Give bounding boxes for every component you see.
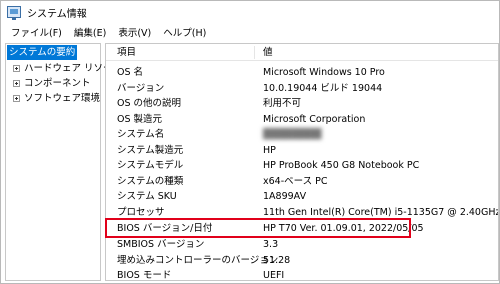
tree-item-system-summary[interactable]: システムの要約 [7,45,78,60]
expand-icon[interactable] [13,80,20,87]
category-tree: システムの要約 ハードウェア リソース コンポーネント ソフトウェア環境 [5,43,122,281]
menu-bar: ファイル(F) 編集(E) 表示(V) ヘルプ(H) [1,23,499,41]
tree-item-label: ソフトウェア環境 [24,93,101,104]
table-row[interactable]: BIOS モード UEFI [106,268,498,281]
table-row[interactable]: システムモデル HP ProBook 450 G8 Notebook PC [106,158,498,174]
row-item: システム製造元 [117,144,184,156]
row-item: BIOS モード [117,270,172,281]
table-row[interactable]: OS の他の説明 利用不可 [106,96,498,112]
row-item: SMBIOS バージョン [117,239,205,250]
tree-item-label: コンポーネント [24,78,91,89]
row-item: OS 製造元 [117,113,163,125]
expand-icon[interactable] [13,65,20,72]
column-header-item[interactable]: 項目 [117,44,136,61]
row-item: システム SKU [117,191,177,202]
row-value: Microsoft Windows 10 Pro [263,67,385,78]
expand-icon[interactable] [13,95,20,102]
row-item: OS の他の説明 [117,98,182,109]
column-header-row: 項目 値 [106,44,498,61]
row-item: OS 名 [117,67,144,78]
row-item: システムの種類 [117,175,184,187]
row-item: システム名 [117,129,165,140]
table-row[interactable]: システム製造元 HP [106,143,498,159]
row-value: 10.0.19044 ビルド 19044 [263,82,383,94]
menu-file[interactable]: ファイル(F) [5,25,68,39]
column-divider[interactable] [254,46,255,59]
tree-item-software-environment[interactable]: ソフトウェア環境 [6,91,100,106]
row-item: バージョン [117,82,165,94]
row-value: x64-ベース PC [263,175,328,187]
window-title: システム情報 [27,8,87,20]
row-value: 1A899AV [263,191,307,202]
row-item: 埋め込みコントローラーのバージョン [117,254,279,266]
system-info-window: システム情報 ファイル(F) 編集(E) 表示(V) ヘルプ(H) システムの要… [0,0,500,284]
tree-item-hardware-resources[interactable]: ハードウェア リソース [6,61,122,76]
row-value: Microsoft Corporation [263,113,366,125]
row-value: HP ProBook 450 G8 Notebook PC [263,160,420,171]
table-row[interactable]: OS 名 Microsoft Windows 10 Pro [106,65,498,81]
tree-item-components[interactable]: コンポーネント [6,76,100,91]
row-value: HP [263,144,276,156]
row-value: 利用不可 [263,98,302,109]
menu-view[interactable]: 表示(V) [112,25,157,39]
table-row[interactable]: バージョン 10.0.19044 ビルド 19044 [106,81,498,97]
row-value: 3.3 [263,239,279,250]
column-header-value[interactable]: 値 [263,44,273,61]
system-info-icon [7,6,21,20]
bios-highlight-box [105,218,411,238]
row-value: UEFI [263,270,285,281]
menu-help[interactable]: ヘルプ(H) [157,25,212,39]
table-row[interactable]: システム SKU 1A899AV [106,189,498,205]
table-row[interactable]: システム名 ████████ [106,127,498,143]
title-bar: システム情報 [1,1,499,23]
row-item: システムモデル [117,160,184,171]
table-row[interactable]: SMBIOS バージョン 3.3 [106,237,498,253]
table-row[interactable]: システムの種類 x64-ベース PC [106,174,498,190]
row-value-obscured: ████████ [263,129,322,140]
details-list: 項目 値 OS 名 Microsoft Windows 10 Pro バージョン… [105,43,499,281]
row-value: 51.28 [263,254,291,266]
menu-edit[interactable]: 編集(E) [68,25,112,39]
table-row[interactable]: 埋め込みコントローラーのバージョン 51.28 [106,253,498,269]
table-row[interactable]: OS 製造元 Microsoft Corporation [106,112,498,128]
